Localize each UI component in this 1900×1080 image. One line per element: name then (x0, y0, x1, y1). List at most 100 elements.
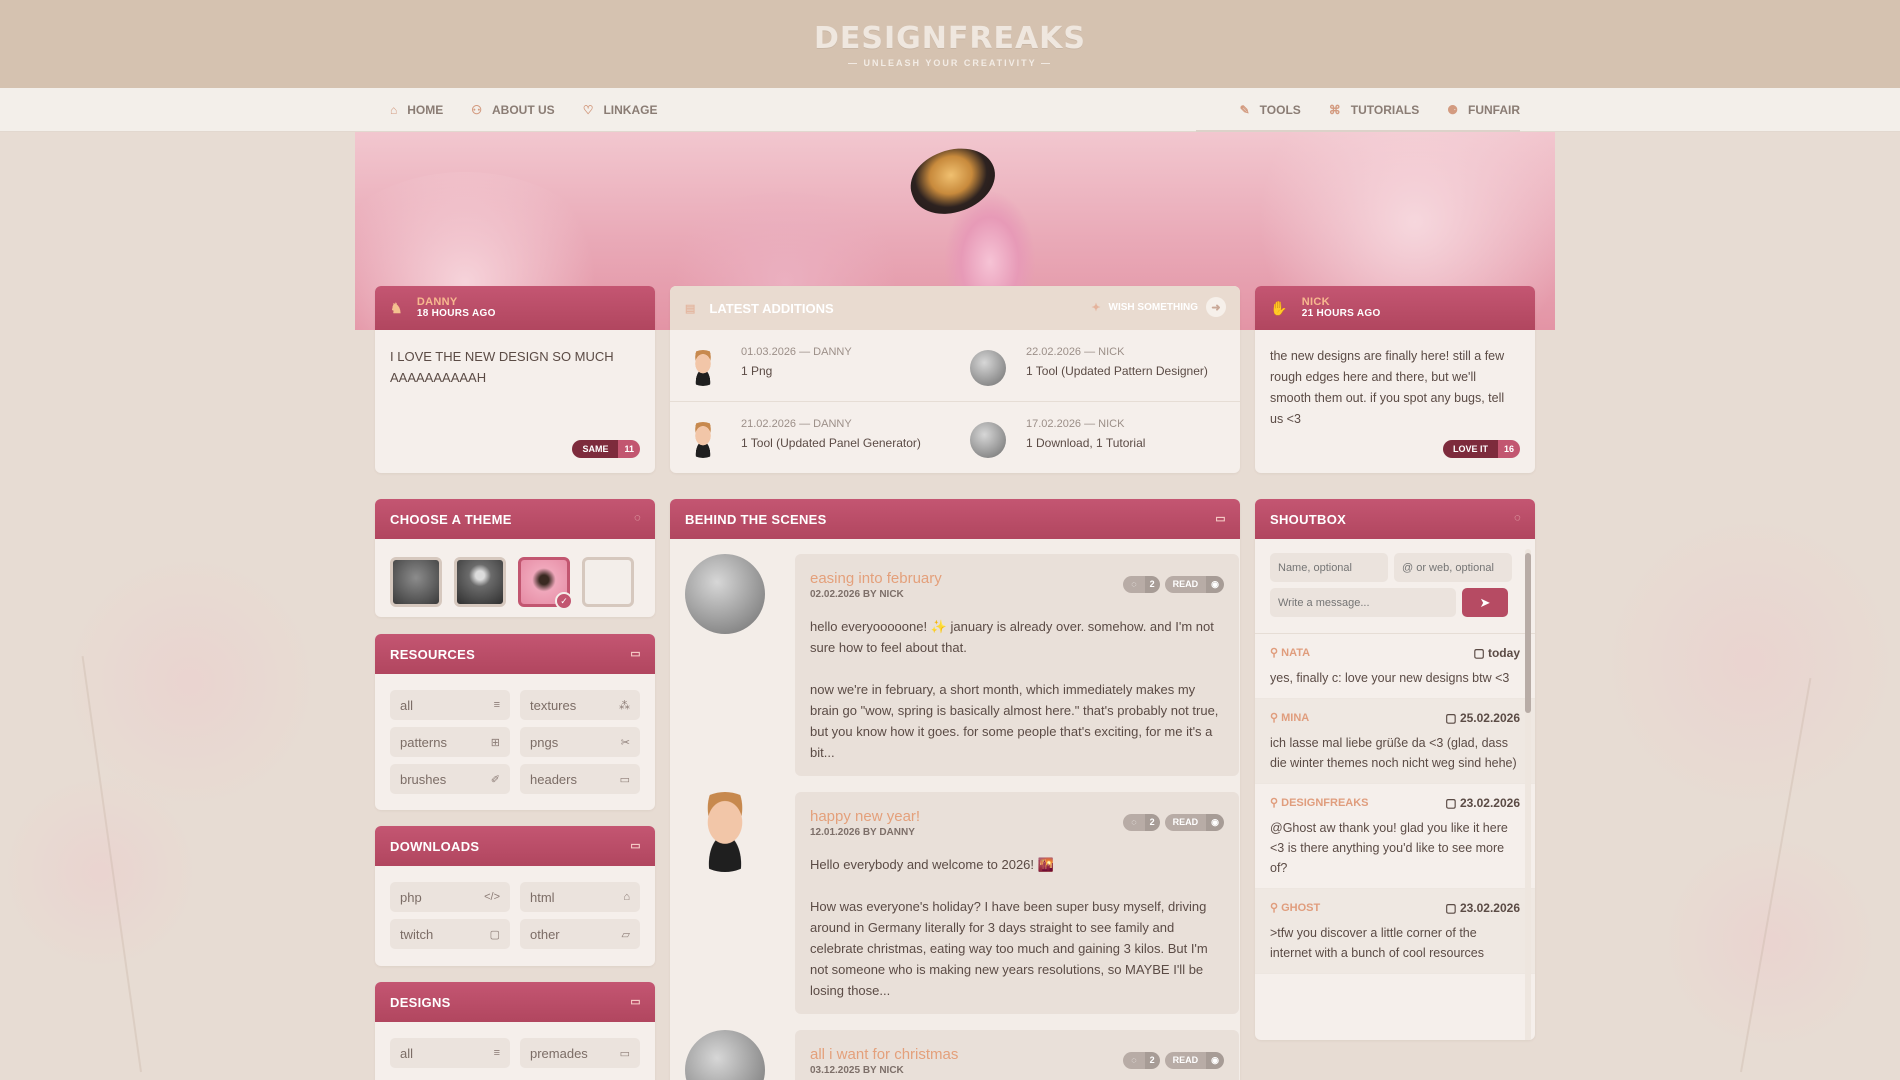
react-button[interactable]: SAME 11 (572, 440, 640, 458)
blog-post: easing into february 02.02.2026 BY NICK … (685, 554, 1239, 776)
post-body: all i want for christmas 03.12.2025 BY N… (795, 1030, 1239, 1080)
comment-icon: ◌ (1123, 576, 1145, 593)
post-excerpt: Hello everybody and welcome to 2026! 🌇 H… (810, 857, 1208, 998)
code-icon: </> (484, 891, 500, 903)
image-icon: ▭ (630, 648, 641, 660)
panel-header: DOWNLOADS ▭ (375, 826, 655, 866)
folder-icon: ▱ (621, 928, 630, 941)
shout-author[interactable]: ⚲ NATA (1270, 646, 1310, 660)
website-input[interactable] (1394, 553, 1512, 582)
resource-headers[interactable]: headers ▭ (520, 764, 640, 794)
brush-icon: ✎ (1239, 103, 1250, 117)
name-input[interactable] (1270, 553, 1388, 582)
avatar-danny (685, 350, 721, 386)
status-card-nick: ✋ NICK 21 HOURS AGO the new designs are … (1255, 286, 1535, 473)
send-icon: ➤ (1479, 594, 1491, 610)
download-other[interactable]: other ▱ (520, 919, 640, 949)
eye-icon: ◉ (1206, 576, 1224, 593)
shoutbox-panel: SHOUTBOX◌ ➤ ⚲ NATA ▢ today yes, finally c… (1255, 499, 1535, 1040)
shout-author[interactable]: ⚲ GHOST (1270, 901, 1320, 915)
panel-header: DESIGNS ▭ (375, 982, 655, 1022)
shoutbox-scrollbar[interactable] (1525, 549, 1531, 1040)
users-icon: ⚇ (471, 103, 483, 117)
addition-item[interactable]: 01.03.2026 — DANNY 1 Png (670, 330, 955, 402)
arrow-right-icon: ➜ (1206, 297, 1226, 317)
comment-icon: ◌ (1123, 814, 1145, 831)
post-body: happy new year! 12.01.2026 BY DANNY Hell… (795, 792, 1239, 1014)
status-time: 18 HOURS AGO (416, 307, 496, 319)
scrollbar-thumb[interactable] (1525, 553, 1531, 713)
comments-button[interactable]: ◌ 2 (1123, 814, 1160, 831)
read-button[interactable]: READ ◉ (1164, 576, 1224, 593)
shout-date: ▢ 23.02.2026 (1445, 901, 1520, 915)
download-html[interactable]: html ⌂ (520, 882, 640, 912)
shout-text: >tfw you discover a little corner of the… (1270, 926, 1485, 960)
magic-icon: ✦ (1091, 301, 1101, 314)
shout-author[interactable]: ⚲ DESIGNFREAKS (1270, 796, 1369, 810)
resource-pngs[interactable]: pngs ✂ (520, 727, 640, 757)
comments-button[interactable]: ◌ 2 (1123, 576, 1160, 593)
texture-icon: ⁂ (619, 699, 630, 712)
site-logo[interactable]: DESIGNFREAKS (814, 21, 1086, 56)
react-count: 11 (618, 440, 640, 458)
addition-item[interactable]: 21.02.2026 — DANNY 1 Tool (Updated Panel … (670, 402, 955, 473)
addition-item[interactable]: 22.02.2026 — NICK 1 Tool (Updated Pattern… (955, 330, 1240, 402)
send-button[interactable]: ➤ (1462, 588, 1508, 617)
panel-header: RESOURCES ▭ (375, 634, 655, 674)
download-php[interactable]: php </> (390, 882, 510, 912)
status-time: 21 HOURS AGO (1301, 307, 1381, 319)
panel-header: BEHIND THE SCENES ▭ (670, 499, 1240, 539)
html-icon: ⌂ (623, 891, 630, 903)
message-input[interactable] (1270, 588, 1456, 617)
nav-home[interactable]: ⌂ HOME (390, 103, 443, 117)
palette-icon: ◌ (634, 512, 641, 524)
status-author: DANNY (416, 295, 458, 308)
comments-button[interactable]: ◌ 2 (1123, 1052, 1160, 1069)
post-excerpt: hello everyooooone! ✨ january is already… (810, 619, 1219, 760)
shout-item: ⚲ GHOST ▢ 23.02.2026 >tfw you discover a … (1255, 889, 1535, 974)
shout-item: ⚲ NATA ▢ today yes, finally c: love your … (1255, 634, 1535, 699)
shout-date: ▢ today (1473, 646, 1520, 660)
resource-textures[interactable]: textures ⁂ (520, 690, 640, 720)
blog-post: all i want for christmas 03.12.2025 BY N… (685, 1030, 1239, 1080)
shout-item: ⚲ MINA ▢ 25.02.2026 ich lasse mal liebe g… (1255, 699, 1535, 784)
theme-option-pink-bee[interactable]: ✓ (518, 557, 573, 610)
graduation-cap-icon: ⌘ (1328, 103, 1341, 117)
react-count: 16 (1497, 440, 1520, 458)
nav-divider (1196, 130, 1520, 132)
list-icon: ▤ (685, 302, 696, 315)
status-message: the new designs are finally here! still … (1270, 349, 1505, 426)
theme-option-dark-tree[interactable] (390, 557, 442, 607)
resource-patterns[interactable]: patterns ⊞ (390, 727, 510, 757)
read-button[interactable]: READ ◉ (1164, 814, 1224, 831)
list-icon: ≡ (493, 1047, 500, 1059)
hand-icon: ✋ (1270, 299, 1288, 316)
image-icon: ▭ (619, 773, 630, 786)
avatar-danny (685, 792, 765, 872)
shout-author[interactable]: ⚲ MINA (1270, 711, 1309, 725)
design-all[interactable]: all ≡ (390, 1038, 510, 1068)
nav-funfair[interactable]: ⚈ FUNFAIR (1447, 103, 1520, 117)
nav-linkage[interactable]: ♡ LINKAGE (583, 103, 658, 117)
resource-brushes[interactable]: brushes ✐ (390, 764, 510, 794)
nav-about-us[interactable]: ⚇ ABOUT US (471, 103, 554, 117)
scissors-icon: ✂ (620, 736, 630, 749)
shout-text: @Ghost aw thank you! glad you like it he… (1270, 821, 1508, 875)
theme-option-moon[interactable] (454, 557, 506, 607)
brush-icon: ✐ (490, 773, 500, 786)
latest-additions-title: LATEST ADDITIONS (709, 300, 834, 316)
download-twitch[interactable]: twitch ▢ (390, 919, 510, 949)
downloads-panel: DOWNLOADS ▭ php </> html ⌂ twitch ▢ other ▱ (375, 826, 655, 966)
site-tagline: — UNLEASH YOUR CREATIVITY — (847, 57, 1053, 68)
theme-option-light[interactable] (582, 557, 634, 607)
design-premades[interactable]: premades ▭ (520, 1038, 640, 1068)
wish-something-link[interactable]: ✦ WISH SOMETHING ➜ (1091, 297, 1226, 317)
user-icon: ♞ (390, 299, 403, 316)
nav-tools[interactable]: ✎ TOOLS (1240, 103, 1301, 117)
addition-item[interactable]: 17.02.2026 — NICK 1 Download, 1 Tutorial (955, 402, 1240, 473)
twitch-icon: ▢ (489, 928, 500, 941)
react-button[interactable]: LOVE IT 16 (1442, 440, 1520, 458)
resource-all[interactable]: all ≡ (390, 690, 510, 720)
read-button[interactable]: READ ◉ (1164, 1052, 1224, 1069)
nav-tutorials[interactable]: ⌘ TUTORIALS (1329, 103, 1419, 117)
